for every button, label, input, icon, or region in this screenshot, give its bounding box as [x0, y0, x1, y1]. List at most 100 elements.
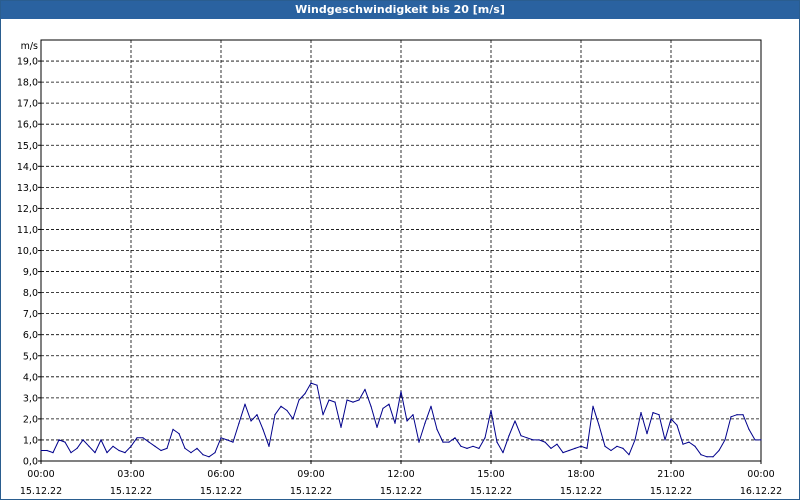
data-point: [304, 393, 306, 395]
x-tick-time: 06:00: [207, 469, 234, 480]
data-point: [298, 399, 300, 401]
data-point: [106, 452, 108, 454]
data-point: [364, 388, 366, 390]
y-tick-label: 1,0: [23, 435, 38, 446]
data-point: [286, 409, 288, 412]
data-point: [442, 441, 444, 443]
data-point: [508, 435, 510, 437]
data-point: [268, 445, 270, 447]
data-point: [634, 439, 636, 441]
x-tick-date: 16.12.22: [740, 486, 782, 497]
y-tick-label: 5,0: [23, 351, 38, 362]
data-point: [436, 428, 438, 430]
data-point: [670, 418, 672, 420]
data-point: [292, 418, 294, 420]
data-point: [574, 447, 576, 449]
data-point: [406, 420, 408, 422]
data-point: [100, 439, 102, 441]
data-point: [142, 437, 144, 439]
data-point: [382, 407, 384, 409]
data-point: [226, 439, 228, 441]
data-point: [316, 384, 318, 386]
x-tick-time: 09:00: [297, 469, 324, 480]
data-point: [472, 445, 474, 447]
data-point: [130, 445, 132, 447]
data-point: [688, 441, 690, 443]
x-tick-time: 00:00: [27, 469, 54, 480]
data-point: [262, 428, 264, 430]
y-tick-label: 19,0: [17, 57, 38, 68]
y-tick-label: 11,0: [17, 225, 38, 236]
data-point: [394, 422, 396, 424]
y-tick-label: 15,0: [17, 141, 38, 152]
x-tick-date: 15.12.22: [380, 486, 422, 497]
data-point: [640, 412, 642, 414]
data-point: [724, 439, 726, 441]
y-tick-label: 10,0: [17, 246, 38, 257]
data-point: [400, 390, 402, 393]
x-tick-time: 00:00: [747, 469, 774, 480]
data-point: [550, 447, 552, 449]
x-tick-time: 18:00: [567, 469, 594, 480]
data-point: [148, 441, 150, 443]
data-point: [586, 447, 588, 449]
y-tick-label: 17,0: [17, 99, 38, 110]
data-point: [628, 454, 630, 456]
data-point: [412, 414, 414, 416]
data-point: [622, 447, 624, 449]
data-point: [490, 409, 492, 412]
data-point: [346, 399, 348, 401]
data-point: [358, 399, 360, 401]
data-point: [52, 452, 54, 454]
data-point: [40, 449, 42, 452]
data-point: [274, 414, 276, 416]
data-point: [280, 405, 282, 407]
data-point: [430, 405, 432, 407]
data-point: [658, 414, 660, 416]
data-point: [580, 445, 582, 447]
x-tick-date: 15.12.22: [110, 486, 152, 497]
data-point: [178, 433, 180, 435]
y-tick-label: 13,0: [17, 183, 38, 194]
x-tick-time: 03:00: [117, 469, 144, 480]
data-point: [370, 405, 372, 407]
data-point: [712, 456, 714, 458]
data-point: [502, 452, 504, 454]
data-point: [190, 452, 192, 454]
data-point: [94, 452, 96, 454]
data-point: [154, 445, 156, 447]
data-point: [568, 449, 570, 452]
y-tick-label: 2,0: [23, 414, 38, 425]
data-point: [424, 422, 426, 424]
y-tick-label: 8,0: [23, 288, 38, 299]
data-point: [676, 424, 678, 426]
data-point: [520, 435, 522, 437]
data-point: [70, 452, 72, 454]
data-point: [244, 403, 246, 405]
data-point: [238, 422, 240, 424]
data-point: [58, 439, 60, 441]
data-point: [526, 437, 528, 439]
data-point: [754, 439, 756, 441]
data-point: [310, 382, 312, 384]
data-point: [664, 439, 666, 441]
y-axis: 0,0 1,0 2,0 3,0 4,0 5,0 6,0 7,0 8,0 9,0 10,0 11,0 12…: [17, 57, 41, 468]
data-point: [478, 447, 480, 449]
data-point: [616, 445, 618, 447]
data-point: [742, 414, 744, 416]
data-point: [388, 403, 390, 405]
y-tick-label: 7,0: [23, 309, 38, 320]
data-point: [532, 439, 534, 441]
data-point: [202, 454, 204, 456]
data-point: [760, 439, 762, 441]
y-tick-label: 14,0: [17, 162, 38, 173]
data-point: [328, 399, 330, 401]
data-point: [196, 447, 198, 449]
y-tick-label: 4,0: [23, 372, 38, 383]
data-point: [250, 420, 252, 422]
x-tick-date: 15.12.22: [290, 486, 332, 497]
data-point: [538, 439, 540, 441]
data-point: [460, 445, 462, 447]
y-tick-label: 12,0: [17, 204, 38, 215]
data-point: [76, 447, 78, 449]
